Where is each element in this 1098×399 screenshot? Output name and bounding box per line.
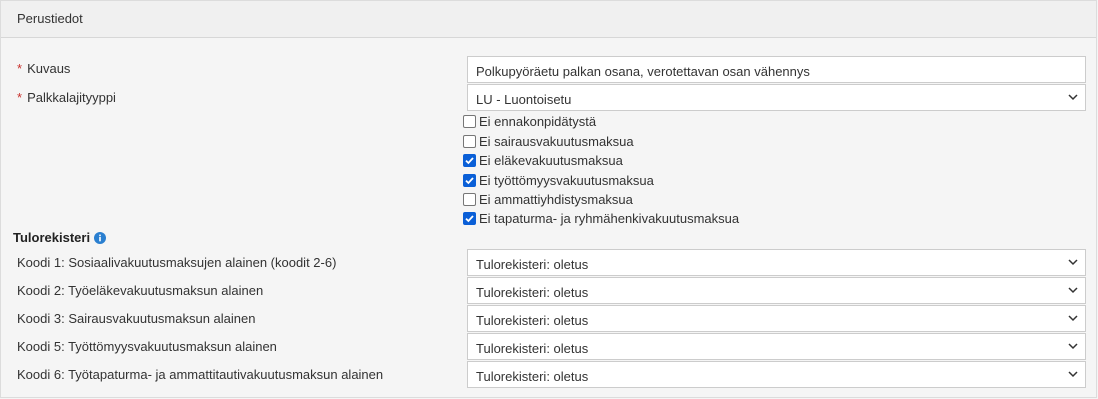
- info-circle-icon[interactable]: [94, 231, 107, 244]
- koodi-1-select[interactable]: Tulorekisteri: oletus: [467, 249, 1086, 276]
- koodi-5-label: Koodi 5: Työttömyysvakuutusmaksun alaine…: [17, 339, 277, 354]
- koodi-3-label: Koodi 3: Sairausvakuutusmaksun alainen: [17, 311, 256, 326]
- chevron-down-icon: [1068, 259, 1078, 266]
- checkbox-row[interactable]: Ei työttömyysvakuutusmaksua: [463, 171, 654, 189]
- koodi-3-select[interactable]: Tulorekisteri: oletus: [467, 305, 1086, 332]
- koodi-6-label: Koodi 6: Työtapaturma- ja ammattitautiva…: [17, 367, 384, 382]
- palkkalaji-select[interactable]: LU - Luontoisetu: [467, 84, 1086, 111]
- koodi-1-label: Koodi 1: Sosiaalivakuutusmaksujen alaine…: [17, 255, 337, 270]
- perustiedot-panel: Perustiedot * Kuvaus Polkupyöräetu palkan…: [0, 0, 1097, 398]
- checkbox-row[interactable]: Ei tapaturma- ja ryhmähenkivakuutusmaksu…: [463, 209, 739, 227]
- checkbox-ei-ennakonpidatysta[interactable]: [463, 114, 476, 128]
- checkbox-row[interactable]: Ei ammattiyhdistysmaksua: [463, 190, 633, 208]
- checkbox-ei-elakevakuutusmaksua[interactable]: [463, 153, 476, 167]
- required-mark: *: [17, 90, 23, 105]
- checkbox-row[interactable]: Ei eläkevakuutusmaksua: [463, 151, 623, 169]
- chevron-down-icon: [1068, 94, 1078, 101]
- panel-title: Perustiedot: [17, 11, 83, 26]
- koodi-5-select[interactable]: Tulorekisteri: oletus: [467, 333, 1086, 360]
- kuvaus-input[interactable]: Polkupyöräetu palkan osana, verotettavan…: [467, 56, 1086, 83]
- chevron-down-icon: [1068, 287, 1078, 294]
- checkbox-row[interactable]: Ei ennakonpidätystä: [463, 112, 596, 130]
- panel-header: Perustiedot: [1, 1, 1096, 38]
- chevron-down-icon: [1068, 315, 1078, 322]
- kuvaus-label: * Kuvaus: [17, 61, 71, 76]
- checkbox-ei-sairausvakuutusmaksua[interactable]: [463, 134, 476, 148]
- checkbox-row[interactable]: Ei sairausvakuutusmaksua: [463, 132, 634, 150]
- palkkalaji-label: * Palkkalajityyppi: [17, 90, 116, 105]
- chevron-down-icon: [1068, 371, 1078, 378]
- koodi-6-select[interactable]: Tulorekisteri: oletus: [467, 361, 1086, 388]
- checkbox-ei-ammattiyhdistysmaksua[interactable]: [463, 192, 476, 206]
- koodi-2-label: Koodi 2: Työeläkevakuutusmaksun alainen: [17, 283, 264, 298]
- chevron-down-icon: [1068, 343, 1078, 350]
- checkbox-ei-tapaturmamaksua[interactable]: [463, 211, 476, 225]
- required-mark: *: [17, 61, 23, 76]
- checkbox-ei-tyottomyysvakuutusmaksua[interactable]: [463, 173, 476, 187]
- tulorekisteri-title: Tulorekisteri: [13, 230, 107, 245]
- koodi-2-select[interactable]: Tulorekisteri: oletus: [467, 277, 1086, 304]
